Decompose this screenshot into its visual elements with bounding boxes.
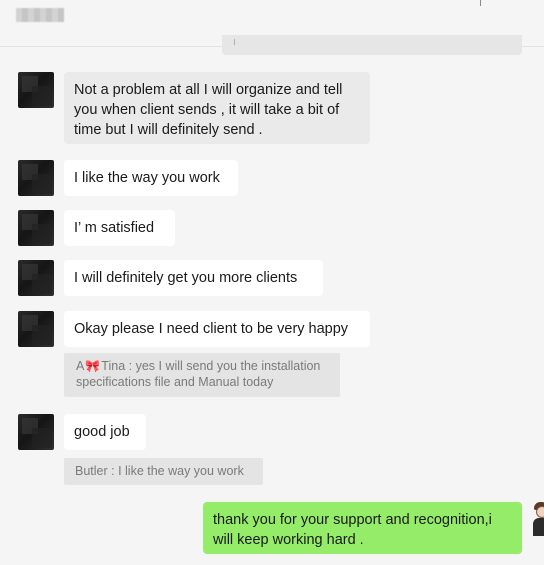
contact-avatar[interactable] — [18, 72, 54, 108]
message-text: I will definitely get you more clients — [74, 270, 298, 286]
contact-avatar[interactable] — [18, 311, 54, 347]
my-avatar[interactable] — [530, 502, 544, 536]
quote-text: Tina : yes I will send you the installat… — [76, 359, 321, 389]
quote-text: Butler : I like the way you work — [75, 464, 244, 478]
avatar-face — [536, 506, 544, 518]
message-text: I like the way you work — [74, 170, 220, 186]
contact-avatar[interactable] — [18, 414, 54, 450]
message-list[interactable]: Not a problem at all I will organize and… — [0, 0, 544, 565]
message-bubble[interactable]: I like the way you work — [64, 160, 238, 196]
message-bubble[interactable]: Not a problem at all I will organize and… — [64, 72, 370, 144]
message-bubble[interactable]: Okay please I need client to be very hap… — [64, 311, 370, 347]
contact-avatar[interactable] — [18, 260, 54, 296]
avatar-shirt — [533, 518, 544, 536]
message-text: good job — [74, 424, 130, 440]
bow-icon: 🎀 — [85, 359, 101, 373]
message-text: thank you for your support and recogniti… — [213, 512, 492, 548]
text-fragment — [234, 39, 235, 45]
message-bubble[interactable]: I’ m satisfied — [64, 210, 175, 246]
quoted-message[interactable]: Butler : I like the way you work — [64, 458, 263, 485]
previous-message-partial — [222, 35, 522, 55]
my-message-bubble[interactable]: thank you for your support and recogniti… — [203, 502, 522, 554]
contact-avatar[interactable] — [18, 210, 54, 246]
message-text: I’ m satisfied — [74, 220, 155, 236]
message-text: Okay please I need client to be very hap… — [74, 321, 349, 337]
message-text: Not a problem at all I will organize and… — [74, 82, 343, 138]
contact-avatar[interactable] — [18, 160, 54, 196]
message-bubble[interactable]: good job — [64, 414, 146, 450]
quoted-message[interactable]: A🎀Tina : yes I will send you the install… — [64, 353, 340, 397]
quote-sender-prefix: A — [76, 359, 85, 373]
message-bubble[interactable]: I will definitely get you more clients — [64, 260, 323, 296]
